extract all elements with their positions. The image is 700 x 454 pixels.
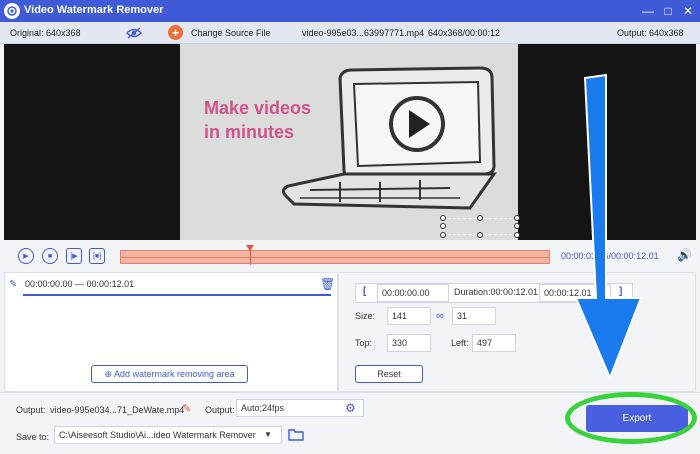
stop-icon[interactable]: ■ [42,248,58,264]
set-end-icon[interactable]: ] [619,286,622,297]
add-area-label: Add watermark removing area [113,369,235,379]
eraser-icon: ✎ [9,279,18,290]
timecode: 00:00:03.16/00:00:12.01 [561,251,659,261]
laptop-illustration [281,66,497,210]
width-field[interactable]: 141 [387,307,431,325]
selection-handle[interactable] [514,215,520,221]
selection-handle[interactable] [440,223,446,229]
left-field[interactable]: 497 [472,334,516,352]
app-logo-icon [4,3,20,19]
selection-handle[interactable] [514,232,520,238]
playhead-marker[interactable] [246,245,254,251]
video-frame[interactable]: Make videos in minutes [180,44,518,240]
timeline-track[interactable] [120,245,550,265]
next-frame-icon[interactable]: [■] [89,248,105,264]
add-watermark-area-button[interactable]: ⊕ Add watermark removing area [91,365,248,383]
timeline-stripe [121,257,549,258]
duration-label: Duration:00:00:12.01 [454,287,539,297]
reset-button[interactable]: Reset [355,365,423,383]
selection-handle[interactable] [440,215,446,221]
plus-icon: + [168,25,183,40]
end-time-field[interactable]: 00:00:12.01 [539,284,611,302]
left-label: Left: [451,338,469,348]
edit-icon[interactable]: ✎ [182,402,191,415]
top-label: Top: [355,338,373,348]
close-button[interactable]: ✕ [680,3,696,19]
trash-icon[interactable]: 🗑 [320,277,335,291]
output-filename: video-995e034...71_DeWate.mp4 [50,405,185,415]
output-format-value: Auto;24fps [241,403,285,413]
selection-handle[interactable] [440,232,446,238]
player-controls: ▶ ■ [▶ [■] 00:00:03.16/00:00:12.01 🔊 [0,240,700,272]
title-bar: Video Watermark Remover — □ ✕ [0,0,700,22]
window-title: Video Watermark Remover [24,4,164,16]
chevron-down-icon[interactable]: ▼ [264,430,272,439]
volume-icon[interactable]: 🔊 [677,248,692,262]
output-label: Output: [16,405,46,415]
save-path-field[interactable]: C:\Aiseesoft Studio\Ai...ideo Watermark … [54,426,282,444]
start-time-field[interactable]: 00:00:00.00 [377,284,449,302]
folder-icon[interactable] [288,428,304,443]
segments-panel: ✎ 00:00:00.00 — 00:00:12.01 🗑 ⊕ Add wate… [4,272,338,392]
segment-range[interactable]: 00:00:00.00 — 00:00:12.01 [25,279,134,289]
plus-icon: ⊕ [104,369,114,379]
area-settings-panel: [ 00:00:00.00 Duration:00:00:12.01 00:00… [338,272,696,392]
maximize-button[interactable]: □ [660,3,676,19]
selection-handle[interactable] [477,215,483,221]
original-resolution: Original: 640x368 [10,28,81,38]
save-to-label: Save to: [16,432,50,442]
size-label: Size: [355,311,376,321]
source-filename: video-995e03...63997771.mp4 [302,28,425,38]
eye-icon[interactable] [126,27,142,41]
info-bar: Original: 640x368 + Change Source File v… [0,22,700,44]
output-resolution: Output: 640x368 [617,28,684,38]
selection-handle[interactable] [477,232,483,238]
play-icon[interactable]: ▶ [18,248,34,264]
save-path-value: C:\Aiseesoft Studio\Ai...ideo Watermark … [59,430,256,440]
source-meta: 640x368/00:00:12 [428,28,501,38]
top-field[interactable]: 330 [387,334,431,352]
link-icon[interactable]: ∞ [436,310,444,322]
change-source-label: Change Source File [191,28,271,38]
highlight-ellipse-annotation [565,392,697,444]
selection-handle[interactable] [514,223,520,229]
segment-range-bar[interactable] [23,294,331,296]
prev-frame-icon[interactable]: [▶ [66,248,82,264]
set-start-icon[interactable]: [ [363,286,366,297]
output-format-label: Output: [205,405,235,415]
height-field[interactable]: 31 [452,307,496,325]
gear-icon[interactable]: ⚙ [345,401,356,415]
minimize-button[interactable]: — [640,3,656,19]
